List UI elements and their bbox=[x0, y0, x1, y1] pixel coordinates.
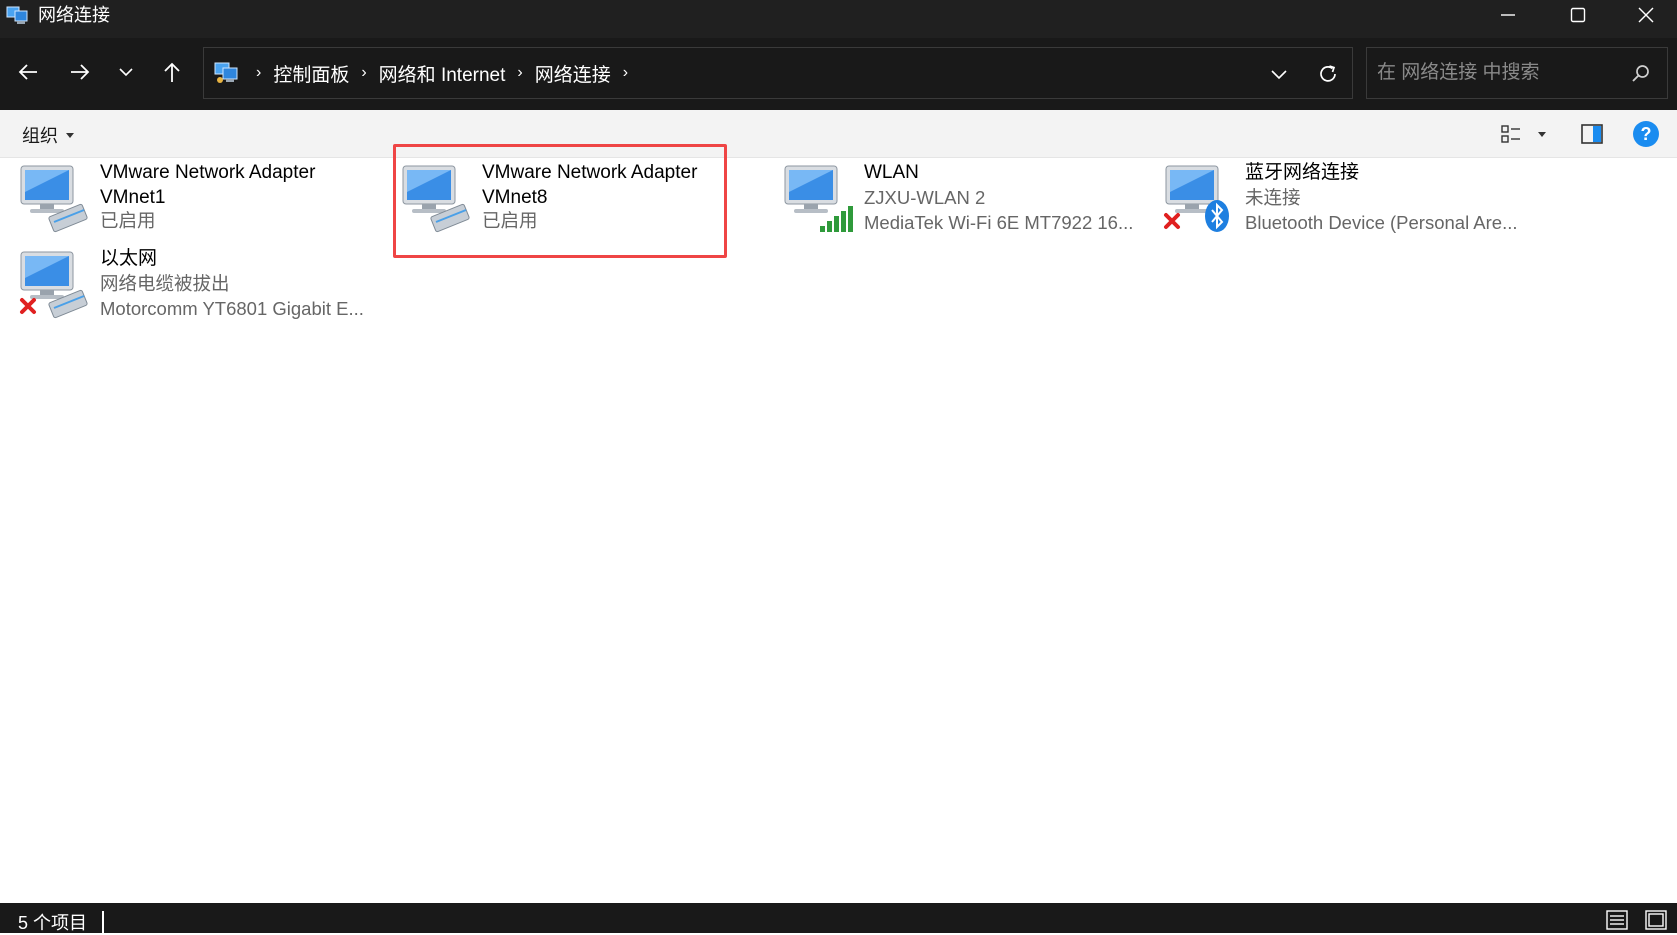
connection-item-ethernet[interactable]: 以太网 网络电缆被拔出 Motorcomm YT6801 Gigabit E..… bbox=[18, 246, 378, 336]
forward-button[interactable] bbox=[60, 52, 100, 92]
connection-status: 已启用 bbox=[100, 210, 156, 231]
connection-status: 网络电缆被拔出 bbox=[100, 273, 230, 294]
chevron-down-icon bbox=[1271, 70, 1287, 80]
title-bar: 网络连接 bbox=[0, 0, 1677, 38]
connection-name: VMware Network Adapter VMnet8 bbox=[482, 162, 698, 208]
search-icon[interactable] bbox=[1629, 62, 1653, 86]
minimize-button[interactable] bbox=[1473, 0, 1543, 30]
connection-device: Bluetooth Device (Personal Are... bbox=[1245, 212, 1518, 233]
connection-item-vmnet1[interactable]: VMware Network Adapter VMnet1 已启用 bbox=[18, 160, 378, 250]
item-count: 5 个项目 bbox=[18, 913, 88, 933]
connection-status: 已启用 bbox=[482, 210, 538, 231]
connection-device: Motorcomm YT6801 Gigabit E... bbox=[100, 298, 364, 319]
arrow-up-icon bbox=[164, 62, 180, 82]
recent-locations-button[interactable] bbox=[106, 52, 146, 92]
organize-menu-button[interactable]: 组织 bbox=[22, 122, 74, 148]
status-bar: 5 个项目 bbox=[0, 903, 1677, 933]
arrow-right-icon bbox=[71, 64, 90, 80]
large-icons-view-icon[interactable] bbox=[1645, 909, 1667, 931]
window-title: 网络连接 bbox=[38, 5, 110, 25]
wifi-adapter-icon bbox=[784, 165, 853, 232]
connections-view: VMware Network Adapter VMnet1 已启用 VMware… bbox=[0, 144, 1677, 903]
caret-down-icon bbox=[1538, 131, 1546, 137]
network-adapter-icon bbox=[20, 165, 88, 233]
bluetooth-adapter-icon bbox=[1164, 165, 1229, 232]
connection-status: 未连接 bbox=[1245, 187, 1301, 208]
breadcrumb-network-connections[interactable]: 网络连接 bbox=[535, 60, 611, 87]
refresh-icon bbox=[1320, 65, 1336, 82]
network-connections-app-icon bbox=[6, 6, 28, 24]
preview-pane-icon[interactable] bbox=[1580, 122, 1604, 146]
maximize-icon bbox=[1570, 7, 1586, 23]
status-divider bbox=[102, 911, 104, 933]
minimize-icon bbox=[1501, 14, 1515, 16]
breadcrumb-separator[interactable]: › bbox=[623, 64, 628, 82]
breadcrumb: › 控制面板 › 网络和 Internet › 网络连接 › bbox=[244, 48, 640, 98]
breadcrumb-separator[interactable]: › bbox=[256, 64, 261, 82]
control-panel-icon bbox=[214, 62, 238, 83]
search-input[interactable] bbox=[1367, 48, 1627, 98]
help-button[interactable]: ? bbox=[1633, 121, 1659, 147]
connection-status: ZJXU-WLAN 2 bbox=[864, 187, 986, 208]
help-icon: ? bbox=[1640, 123, 1652, 144]
command-bar: 组织 ? bbox=[0, 110, 1677, 158]
address-bar[interactable]: › 控制面板 › 网络和 Internet › 网络连接 › bbox=[203, 47, 1353, 99]
organize-label: 组织 bbox=[22, 126, 58, 146]
connection-item-vmnet8[interactable]: VMware Network Adapter VMnet8 已启用 bbox=[400, 160, 760, 250]
arrow-left-icon bbox=[18, 64, 37, 80]
search-box[interactable] bbox=[1366, 47, 1668, 99]
close-icon bbox=[1638, 7, 1654, 23]
up-button[interactable] bbox=[152, 52, 192, 92]
connection-name: 蓝牙网络连接 bbox=[1245, 162, 1360, 183]
connection-item-bluetooth[interactable]: 蓝牙网络连接 未连接 Bluetooth Device (Personal Ar… bbox=[1163, 160, 1523, 250]
connection-name: 以太网 bbox=[100, 248, 158, 269]
change-view-button[interactable] bbox=[1500, 120, 1560, 148]
connection-name: WLAN bbox=[864, 162, 919, 183]
navigation-bar: › 控制面板 › 网络和 Internet › 网络连接 › bbox=[0, 38, 1677, 110]
ethernet-adapter-icon bbox=[20, 251, 88, 319]
close-button[interactable] bbox=[1611, 0, 1677, 30]
back-button[interactable] bbox=[8, 52, 48, 92]
breadcrumb-network-internet[interactable]: 网络和 Internet bbox=[379, 60, 506, 87]
breadcrumb-control-panel[interactable]: 控制面板 bbox=[273, 60, 349, 87]
address-dropdown-button[interactable] bbox=[1264, 59, 1294, 89]
maximize-button[interactable] bbox=[1543, 0, 1613, 30]
refresh-button[interactable] bbox=[1312, 58, 1344, 90]
breadcrumb-separator[interactable]: › bbox=[517, 64, 522, 82]
network-adapter-icon bbox=[402, 165, 470, 233]
chevron-down-icon bbox=[119, 68, 133, 77]
details-view-icon[interactable] bbox=[1606, 909, 1628, 931]
connection-device: MediaTek Wi-Fi 6E MT7922 16... bbox=[864, 212, 1134, 233]
view-options-icon bbox=[1501, 125, 1520, 143]
breadcrumb-separator[interactable]: › bbox=[361, 64, 366, 82]
caret-down-icon bbox=[66, 132, 74, 138]
connection-name: VMware Network Adapter VMnet1 bbox=[100, 162, 316, 208]
connection-item-wlan[interactable]: WLAN ZJXU-WLAN 2 MediaTek Wi-Fi 6E MT792… bbox=[782, 160, 1142, 250]
